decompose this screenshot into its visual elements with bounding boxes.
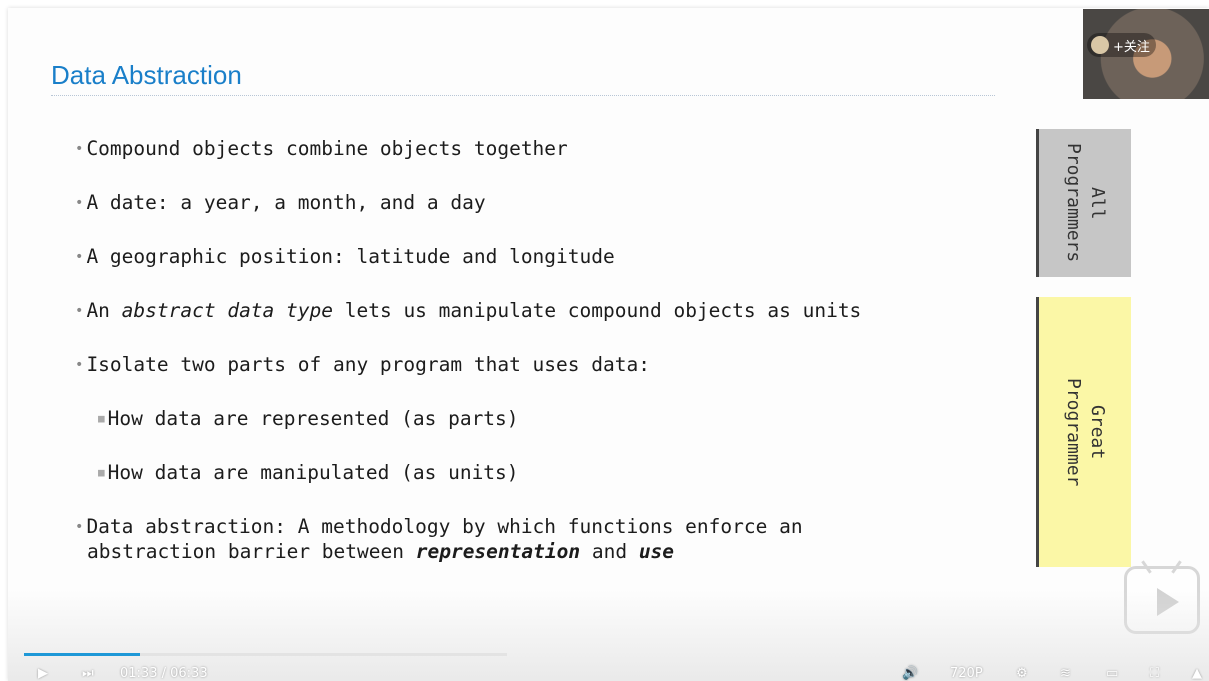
title-divider	[51, 95, 995, 96]
sub-bullet-square: ■	[98, 412, 105, 425]
bullet-item: • A date: a year, a month, and a day	[75, 191, 486, 214]
video-frame[interactable]	[8, 8, 1209, 681]
time-display: 01:33 / 06:33	[120, 666, 208, 681]
bullet-dot: •	[75, 519, 84, 535]
widescreen-icon[interactable]: ▭	[1106, 666, 1118, 681]
follow-button[interactable]: +关注	[1087, 33, 1156, 57]
settings-icon[interactable]: ⚙	[1016, 666, 1028, 681]
emphasis: use	[638, 540, 675, 563]
sub-bullet-item: ■ How data are manipulated (as units)	[98, 461, 519, 484]
bullet-dot: •	[75, 195, 84, 211]
all-programmers-box: All Programmers	[1036, 129, 1131, 277]
sub-bullet-square: ■	[98, 466, 105, 479]
all-programmers-label: All Programmers	[1063, 143, 1108, 263]
volume-icon[interactable]: 🔊	[902, 666, 918, 681]
great-programmer-label: Great Programmer	[1063, 377, 1108, 487]
bullet-continuation: abstraction barrier between representati…	[87, 540, 675, 563]
emphasis: representation	[415, 540, 581, 563]
progress-bar[interactable]	[24, 653, 507, 656]
bullet-item: • Compound objects combine objects togeth…	[75, 137, 568, 160]
bullet-item: • An abstract data type lets us manipulat…	[75, 299, 862, 322]
next-icon[interactable]: ⏭	[82, 666, 94, 681]
sub-bullet-item: ■ How data are represented (as parts)	[98, 407, 519, 430]
quality-selector[interactable]: 720P	[950, 666, 983, 681]
slide-title: Data Abstraction	[51, 60, 242, 90]
player-controls: ▶ ⏭ 01:33 / 06:33 🔊 720P ⚙ ≋ ▭ ⛶ ▲	[24, 664, 1209, 681]
bullet-dot: •	[75, 249, 84, 265]
more-icon[interactable]: ▲	[1192, 666, 1202, 681]
bullet-dot: •	[75, 141, 84, 157]
webcam-overlay[interactable]: +关注	[1083, 9, 1209, 99]
bullet-item: • A geographic position: latitude and lon…	[75, 245, 615, 268]
fullscreen-icon[interactable]: ⛶	[1150, 666, 1159, 681]
danmaku-icon[interactable]: ≋	[1060, 666, 1071, 681]
bullet-item: • Isolate two parts of any program that u…	[75, 353, 650, 376]
bullet-dot: •	[75, 303, 84, 319]
bullet-dot: •	[75, 357, 84, 373]
play-icon[interactable]: ▶	[38, 666, 48, 681]
uploader-avatar	[1091, 36, 1109, 54]
great-programmer-box: Great Programmer	[1036, 297, 1131, 567]
bullet-item: • Data abstraction: A methodology by whic…	[75, 515, 803, 538]
progress-fill	[24, 653, 140, 656]
emphasis: abstract data type	[121, 299, 333, 322]
